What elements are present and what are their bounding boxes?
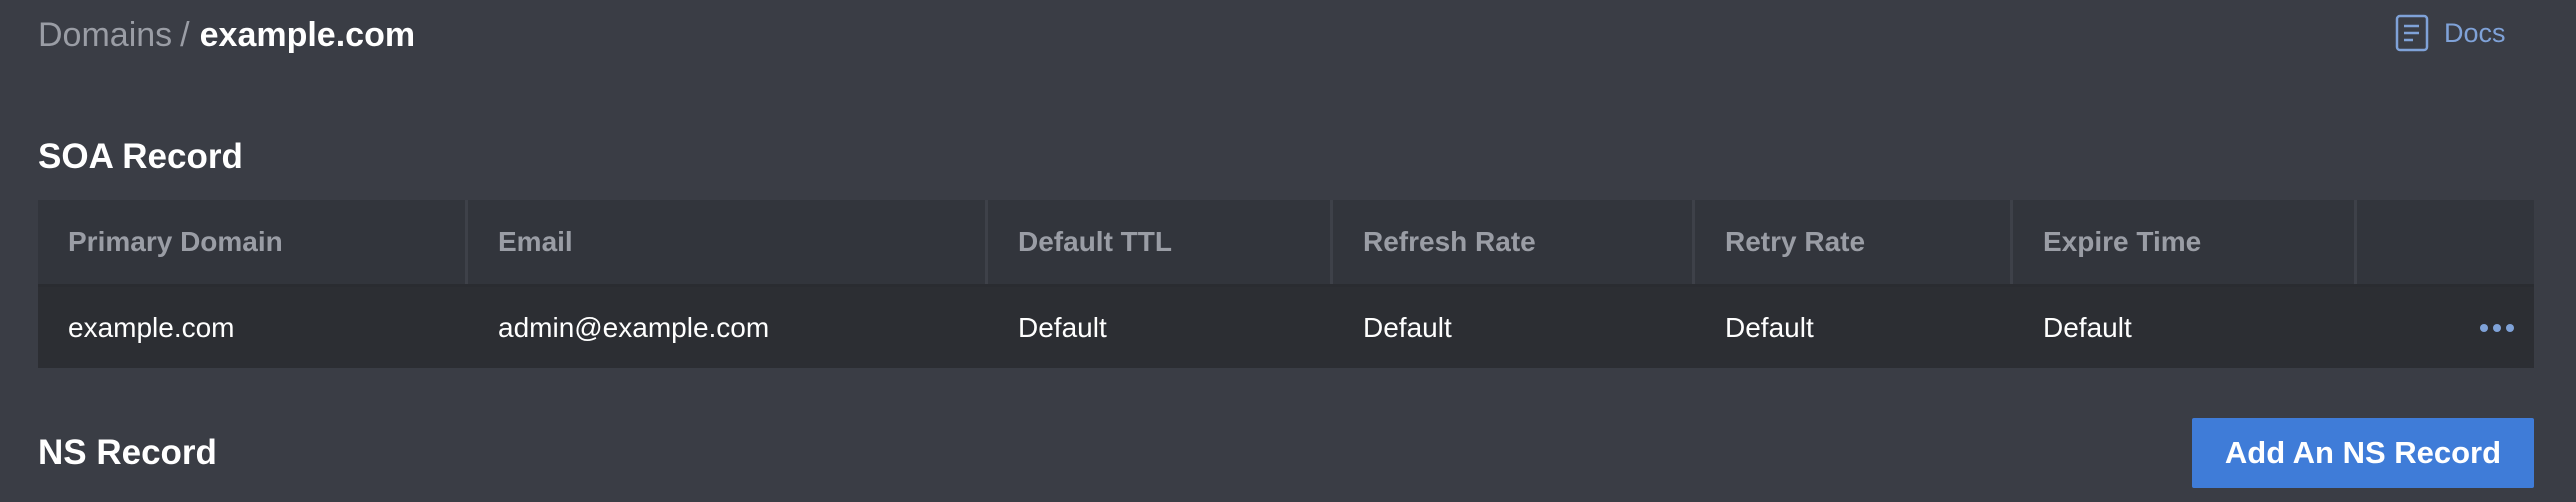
ns-record-heading: NS Record (38, 433, 217, 472)
docs-link[interactable]: Docs (2394, 13, 2506, 53)
cell-email: admin@example.com (498, 312, 770, 343)
cell-primary-domain: example.com (68, 312, 235, 343)
cell-expire-time: Default (2043, 312, 2132, 343)
column-header-email: Email (468, 200, 988, 284)
column-header-default-ttl: Default TTL (988, 200, 1333, 284)
column-header-retry-rate: Retry Rate (1695, 200, 2013, 284)
soa-record-heading: SOA Record (38, 137, 243, 176)
column-header-expire-time: Expire Time (2013, 200, 2357, 284)
column-header-actions (2357, 200, 2534, 284)
table-row: example.com admin@example.com Default De… (38, 287, 2534, 368)
column-header-refresh-rate: Refresh Rate (1333, 200, 1695, 284)
cell-actions (2357, 287, 2534, 368)
add-ns-record-button[interactable]: Add An NS Record (2192, 418, 2534, 488)
breadcrumb-current-domain: example.com (199, 15, 416, 54)
cell-default-ttl: Default (1018, 312, 1107, 343)
docs-label: Docs (2444, 17, 2506, 48)
soa-record-table: Primary Domain Email Default TTL Refresh… (38, 200, 2534, 368)
table-header: Primary Domain Email Default TTL Refresh… (38, 200, 2534, 287)
breadcrumb: Domains / example.com (38, 12, 415, 58)
cell-retry-rate: Default (1725, 312, 1814, 343)
breadcrumb-separator: / (180, 15, 190, 54)
document-icon (2394, 13, 2430, 53)
column-header-primary-domain: Primary Domain (38, 200, 468, 284)
more-horizontal-icon[interactable] (2474, 318, 2520, 338)
cell-refresh-rate: Default (1363, 312, 1452, 343)
breadcrumb-domains-link[interactable]: Domains (38, 16, 172, 55)
